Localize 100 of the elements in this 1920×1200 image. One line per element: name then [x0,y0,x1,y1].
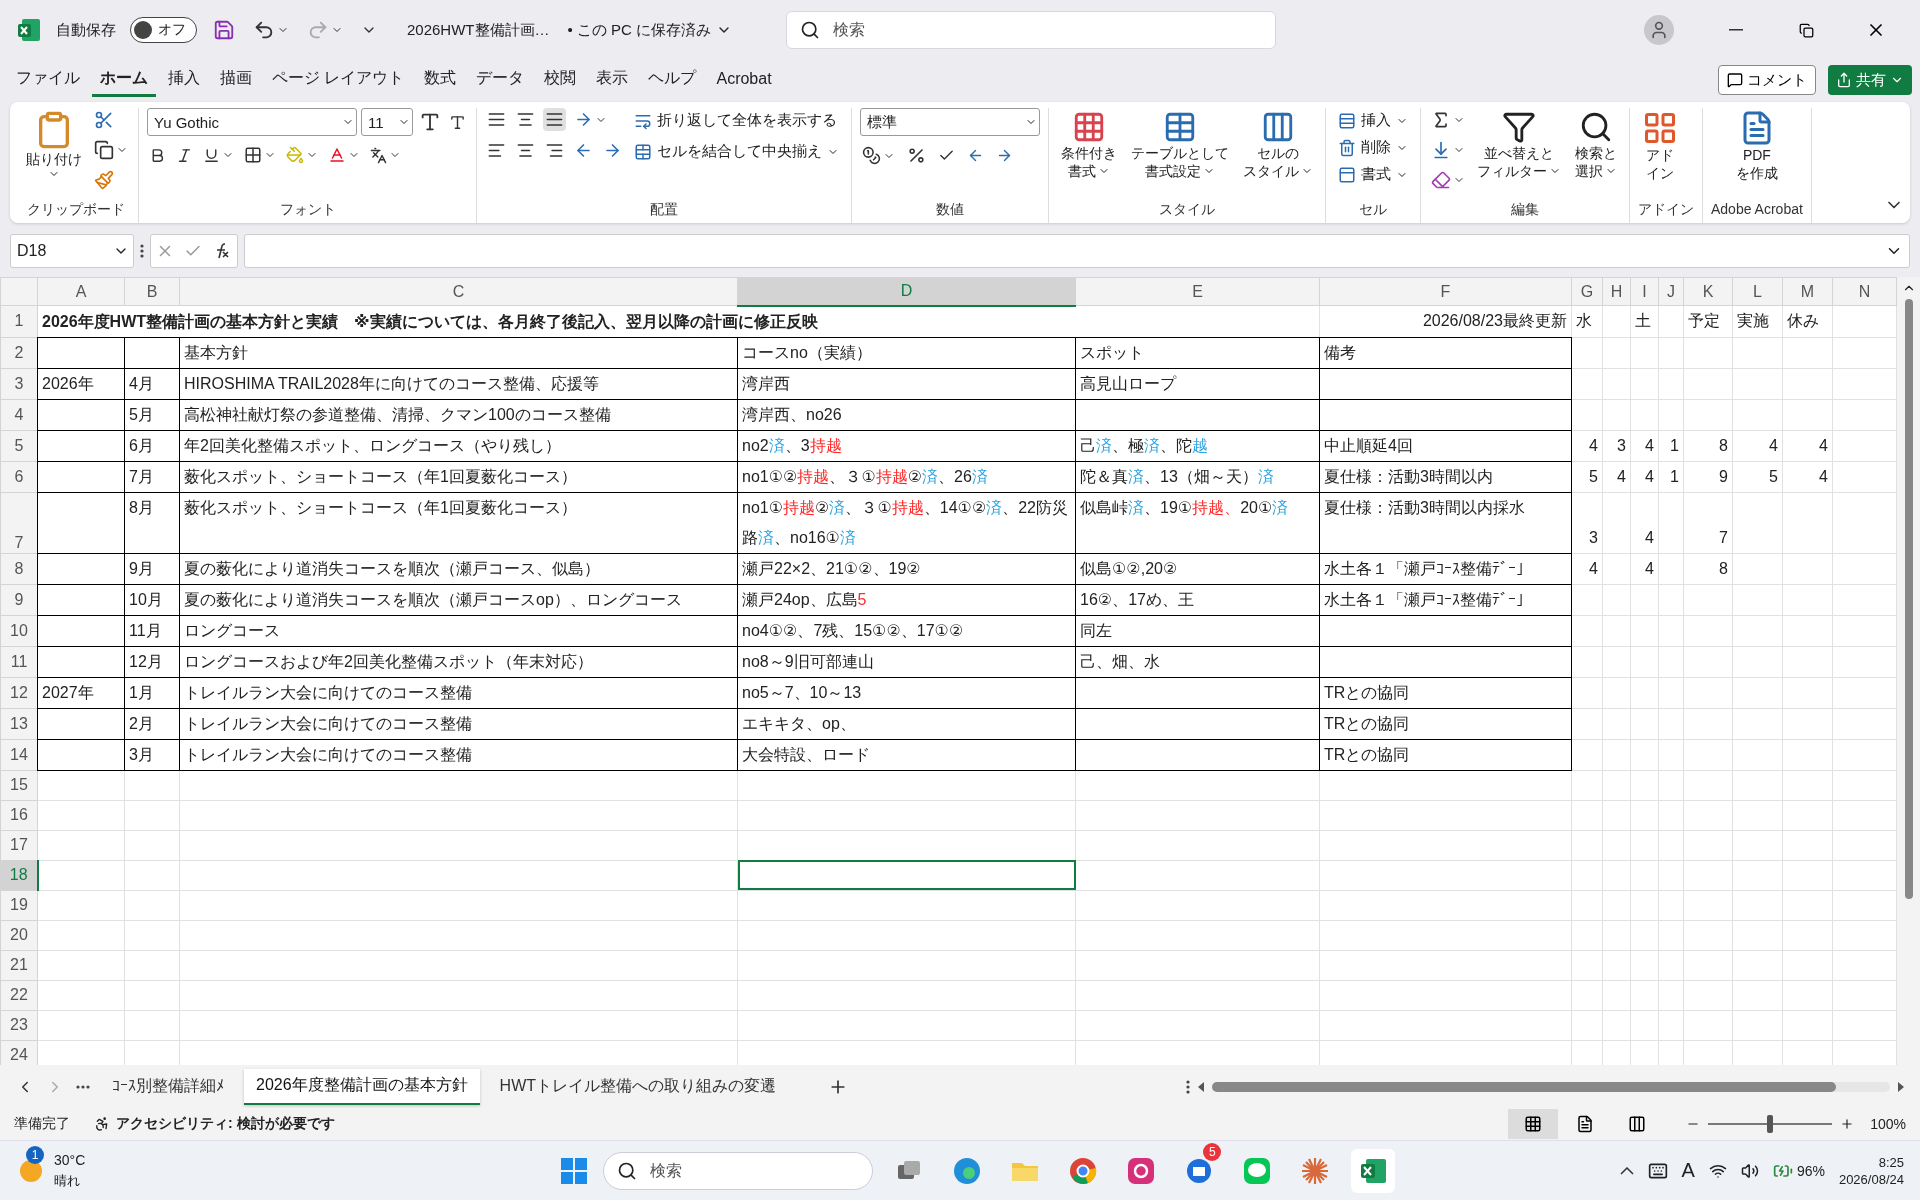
cells-button[interactable]: 挿入 [1334,108,1412,133]
column-letter[interactable]: K [1683,277,1733,306]
menu-tab[interactable]: 描画 [212,63,260,97]
grid-cell [1658,337,1684,368]
font-size-dropdown[interactable]: 11 [361,108,413,136]
table-cell: 実施 [1732,305,1783,337]
font-color-icon [328,146,346,164]
wrap-text-button[interactable]: 折り返して全体を表示する [630,108,841,133]
style-button[interactable]: テーブルとして 書式設定 [1127,108,1233,182]
addins-button[interactable]: アド イン [1638,108,1682,184]
table-cell: 高見山ロープ [1075,368,1320,399]
row-number: 12 [0,677,38,708]
grid-cell [1630,980,1659,1010]
menu-tab[interactable]: 表示 [588,63,637,97]
cells-button[interactable]: 書式 [1334,162,1412,187]
grid-cell [1602,1010,1631,1040]
font-name-dropdown[interactable]: Yu Gothic [147,108,357,136]
save-status-button[interactable]: • この PC に保存済み [563,17,737,43]
column-letter[interactable]: N [1832,277,1897,306]
column-letter[interactable]: G [1571,277,1603,306]
menu-tab[interactable]: 挿入 [160,63,208,97]
name-box[interactable]: D18 [10,234,134,268]
grid-cell [1732,890,1783,920]
zoom-thumb[interactable] [1767,1115,1774,1133]
sheet-tab[interactable]: HWTトレイル整備への取り組みの変遷 [487,1068,789,1105]
column-letter[interactable]: E [1075,277,1320,306]
grid-cell [1782,950,1833,980]
number-format-dropdown[interactable]: 標準 [860,108,1040,136]
column-letter[interactable]: A [37,277,125,306]
grid-cell [1683,739,1733,770]
create-pdf-button[interactable]: PDF を作成 [1731,108,1782,184]
menu-tab[interactable]: 数式 [416,63,465,97]
grid-cell [1782,800,1833,830]
grid-cell [1832,770,1897,800]
menu-tab[interactable]: ページ レイアウト [264,63,413,97]
sheet-tab[interactable]: ｺｰｽ別整備詳細ﾒ [100,1068,236,1105]
merge-center-button[interactable]: セルを結合して中央揃え [630,139,843,164]
percent-icon [907,146,926,165]
column-letter[interactable]: M [1782,277,1833,306]
merge-icon [634,142,652,161]
autosave-toggle[interactable]: オフ [130,17,197,43]
row-number: 8 [0,553,38,584]
column-letter[interactable]: L [1732,277,1783,306]
column-letter[interactable]: I [1630,277,1659,306]
cells-icon [1338,165,1356,184]
menu-tab[interactable]: データ [468,63,533,97]
search-field[interactable]: 検索 [786,11,1277,49]
avatar-icon[interactable] [1644,15,1674,45]
indent-right-icon [603,141,622,160]
page-break-icon [1628,1115,1647,1133]
grid-cell [1602,890,1631,920]
style-button[interactable]: 条件付き 書式 [1057,108,1121,182]
column-letter[interactable]: F [1319,277,1572,306]
grid-cell [124,950,180,980]
table-cell: no1①②持越、３①持越②済、26済 [737,461,1076,492]
grid-cell [1602,584,1631,615]
table-cell: 3 [1602,430,1631,461]
scroll-thumb[interactable] [1904,299,1913,899]
grid-cell [1630,770,1659,800]
column-letter[interactable]: D [737,277,1076,306]
normal-view-button[interactable] [1508,1109,1559,1139]
grid-cell [1658,368,1684,399]
style-button[interactable]: セルの スタイル [1239,108,1317,182]
comment-button[interactable]: コメント [1718,65,1816,95]
formula-input[interactable] [244,234,1910,268]
menu-tab[interactable]: ホーム [92,63,156,97]
format-painter-button[interactable] [92,168,116,192]
scroll-thumb[interactable] [1212,1081,1836,1092]
grid-cell [1683,1010,1733,1040]
editing-button[interactable]: 検索と 選択 [1571,108,1621,182]
sheet-tab[interactable]: 2026年度整備計画の基本方針 [244,1068,480,1105]
menu-tab[interactable]: ファイル [8,63,88,97]
menu-tab[interactable]: ヘルプ [640,63,705,97]
grid-cell [1683,368,1733,399]
align-bottom-button[interactable] [543,108,566,131]
excel-app-icon[interactable] [1351,1148,1396,1193]
taskbar-search[interactable]: 検索 [603,1151,874,1190]
column-letter[interactable]: J [1658,277,1684,306]
grid-cell [1630,1010,1659,1040]
grid-cell [1732,1010,1783,1040]
menu-tab[interactable]: Acrobat [708,63,780,97]
column-letter[interactable]: C [179,277,738,306]
grid-cell [1732,584,1783,615]
scissors-icon [94,110,114,130]
row-number: 6 [0,461,38,492]
menu-tab[interactable]: 校閲 [536,63,585,97]
grid-cell [1732,950,1783,980]
excel-logo-icon [16,17,42,43]
column-letter[interactable]: B [124,277,180,306]
paintbrush-icon [94,170,114,190]
table-cell: 1月 [124,677,180,708]
vertical-scrollbar[interactable] [1897,277,1920,1065]
paste-button[interactable]: 貼り付け [22,108,86,182]
table-cell: 湾岸西、no26 [737,399,1076,430]
column-letter[interactable]: H [1602,277,1631,306]
table-cell: 夏仕様：活動3時間以内 [1319,461,1572,492]
editing-button[interactable]: 並べ替えと フィルター [1473,108,1565,182]
cells-button[interactable]: 削除 [1334,135,1412,160]
table-cell: HIROSHIMA TRAIL2028年に向けてのコース整備、応援等 [179,368,738,399]
share-button[interactable]: 共有 [1828,65,1912,95]
